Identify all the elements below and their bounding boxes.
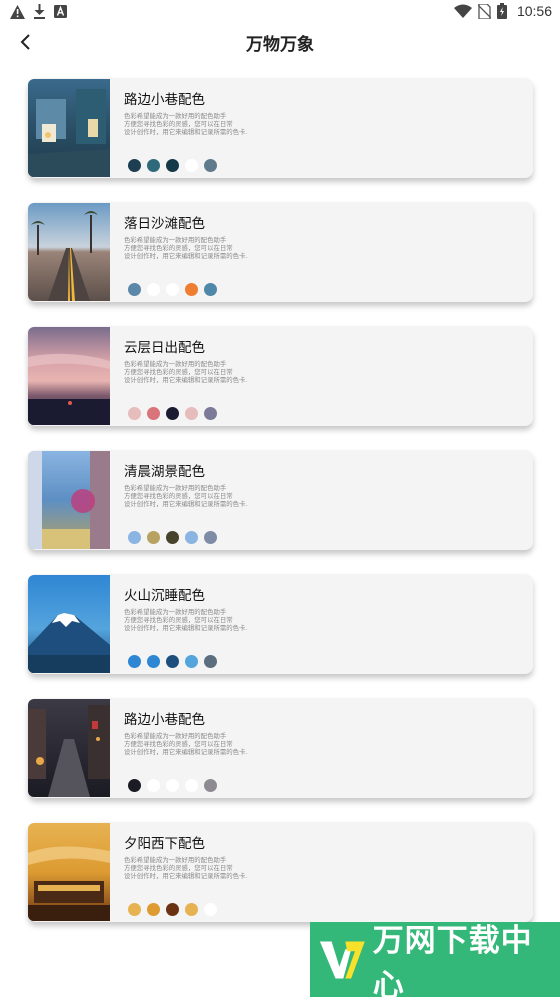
card-description: 色彩希望能成为一款好用的配色助手 方便您寻找色彩的灵感，您可以在日常 设计创作时，用… [124,360,248,384]
status-right: 10:56 [453,3,552,19]
page-title: 万物万象 [246,35,314,55]
card-title: 清晨湖景配色 [124,464,205,480]
card-image [28,575,110,673]
palette-swatches [128,283,217,296]
app-bar: 万物万象 [0,24,560,60]
color-swatch [147,655,160,668]
wifi-icon [453,4,472,18]
color-swatch [204,903,217,916]
color-swatch [166,407,179,420]
color-swatch [128,407,141,420]
color-swatch [147,283,160,296]
palette-card[interactable]: 落日沙滩配色 色彩希望能成为一款好用的配色助手 方便您寻找色彩的灵感，您可以在日常… [28,202,533,302]
palette-card[interactable]: 路边小巷配色 色彩希望能成为一款好用的配色助手 方便您寻找色彩的灵感，您可以在日常… [28,698,533,798]
card-description: 色彩希望能成为一款好用的配色助手 方便您寻找色彩的灵感，您可以在日常 设计创作时，用… [124,732,248,756]
watermark-banner: 万网下载中心 [310,922,560,997]
palette-card-list: 路边小巷配色 色彩希望能成为一款好用的配色助手 方便您寻找色彩的灵感，您可以在日常… [28,78,533,946]
color-swatch [166,159,179,172]
color-swatch [185,903,198,916]
card-title: 路边小巷配色 [124,712,205,728]
card-image [28,203,110,301]
status-left [10,4,67,19]
color-swatch [147,159,160,172]
battery-icon [496,3,507,19]
color-swatch [147,903,160,916]
color-swatch [204,655,217,668]
color-swatch [204,531,217,544]
card-image [28,79,110,177]
download-icon [34,4,45,19]
card-title: 云层日出配色 [124,340,205,356]
card-title: 夕阳西下配色 [124,836,205,852]
color-swatch [128,283,141,296]
card-description: 色彩希望能成为一款好用的配色助手 方便您寻找色彩的灵感，您可以在日常 设计创作时，用… [124,112,248,136]
color-swatch [166,779,179,792]
palette-swatches [128,407,217,420]
color-swatch [147,531,160,544]
card-title: 落日沙滩配色 [124,216,205,232]
color-swatch [185,655,198,668]
status-time: 10:56 [516,3,552,19]
color-swatch [204,159,217,172]
palette-swatches [128,903,217,916]
watermark-text: 万网下载中心 [372,922,533,997]
palette-card[interactable]: 清晨湖景配色 色彩希望能成为一款好用的配色助手 方便您寻找色彩的灵感，您可以在日常… [28,450,533,550]
card-description: 色彩希望能成为一款好用的配色助手 方便您寻找色彩的灵感，您可以在日常 设计创作时，用… [124,608,248,632]
card-title: 火山沉睡配色 [124,588,205,604]
color-swatch [185,283,198,296]
no-sim-icon [477,3,491,19]
palette-swatches [128,779,217,792]
color-swatch [185,407,198,420]
status-bar: 10:56 [0,0,560,24]
palette-card[interactable]: 夕阳西下配色 色彩希望能成为一款好用的配色助手 方便您寻找色彩的灵感，您可以在日常… [28,822,533,922]
color-swatch [128,779,141,792]
color-swatch [204,779,217,792]
palette-card[interactable]: 云层日出配色 色彩希望能成为一款好用的配色助手 方便您寻找色彩的灵感，您可以在日常… [28,326,533,426]
palette-swatches [128,655,217,668]
a-box-icon [54,5,67,18]
color-swatch [166,531,179,544]
color-swatch [147,407,160,420]
card-description: 色彩希望能成为一款好用的配色助手 方便您寻找色彩的灵感，您可以在日常 设计创作时，用… [124,484,248,508]
color-swatch [185,159,198,172]
color-swatch [128,903,141,916]
warning-icon [10,4,25,19]
color-swatch [166,655,179,668]
card-image [28,823,110,921]
color-swatch [204,283,217,296]
palette-swatches [128,531,217,544]
card-image [28,699,110,797]
color-swatch [166,903,179,916]
palette-card[interactable]: 路边小巷配色 色彩希望能成为一款好用的配色助手 方便您寻找色彩的灵感，您可以在日常… [28,78,533,178]
palette-card[interactable]: 火山沉睡配色 色彩希望能成为一款好用的配色助手 方便您寻找色彩的灵感，您可以在日常… [28,574,533,674]
color-swatch [128,531,141,544]
brand-logo-icon [319,940,365,979]
color-swatch [147,779,160,792]
card-image [28,451,110,549]
color-swatch [185,531,198,544]
palette-swatches [128,159,217,172]
card-title: 路边小巷配色 [124,92,205,108]
card-description: 色彩希望能成为一款好用的配色助手 方便您寻找色彩的灵感，您可以在日常 设计创作时，用… [124,856,248,880]
color-swatch [128,159,141,172]
color-swatch [166,283,179,296]
card-description: 色彩希望能成为一款好用的配色助手 方便您寻找色彩的灵感，您可以在日常 设计创作时，用… [124,236,248,260]
color-swatch [185,779,198,792]
color-swatch [128,655,141,668]
color-swatch [204,407,217,420]
card-image [28,327,110,425]
